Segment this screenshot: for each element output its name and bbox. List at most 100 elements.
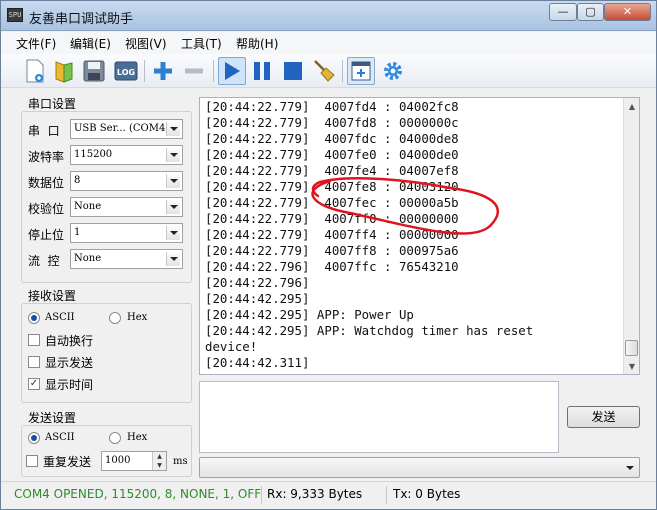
console-text: [20:44:22.779] 4007fd4 : 04002fc8 [20:44… [205,99,534,370]
send-ascii-radio[interactable] [28,432,40,444]
receive-settings-title: 接收设置 [28,289,77,303]
interval-unit: ms [173,456,188,467]
new-window-button[interactable] [347,57,375,85]
send-ascii-label: ASCII [45,432,75,443]
baud-select[interactable]: 115200 [70,145,183,165]
new-file-button[interactable] [21,57,49,85]
open-folder-icon [55,61,73,83]
toolbar: LOG [1,54,656,88]
menu-edit[interactable]: 编辑(E) [70,35,111,52]
show-time-checkbox[interactable]: ✓ [28,378,40,390]
minimize-button[interactable]: — [549,3,577,21]
auto-wrap-label: 自动换行 [45,334,94,348]
status-bar: COM4 OPENED, 115200, 8, NONE, 1, OFF Rx:… [1,481,656,509]
show-send-label: 显示发送 [45,356,94,370]
menu-bar: 文件(F) 编辑(E) 视图(V) 工具(T) 帮助(H) [1,32,656,54]
show-time-label: 显示时间 [45,378,94,392]
pause-icon [254,62,270,80]
status-divider [261,486,262,504]
title-bar[interactable]: SPU 友善串口调试助手 — ▢ ✕ [1,1,656,31]
send-textarea[interactable] [199,381,559,453]
baud-label: 波特率 [28,150,65,164]
history-combo[interactable] [199,457,640,478]
rx-count: Rx: 9,333 Bytes [267,487,363,501]
stop-icon [284,62,302,80]
baud-value: 115200 [74,149,113,160]
plus-icon [154,62,172,80]
send-hex-label: Hex [127,432,148,443]
clear-button[interactable] [310,57,338,85]
settings-button[interactable] [379,57,407,85]
send-hex-radio[interactable] [109,432,121,444]
databits-value: 8 [74,175,81,186]
new-file-icon [26,59,44,83]
send-settings-title: 发送设置 [28,411,77,425]
play-icon [225,62,240,80]
parity-select[interactable]: None [70,197,183,217]
gear-icon [384,62,402,80]
save-button[interactable] [80,57,108,85]
receive-ascii-label: ASCII [45,312,75,323]
show-send-checkbox[interactable] [28,356,40,368]
scroll-down-icon[interactable]: ▼ [624,358,639,374]
stepper-arrows-icon[interactable]: ▲ ▼ [152,452,166,470]
chevron-down-icon [166,252,180,266]
stopbits-label: 停止位 [28,228,65,242]
tx-count: Tx: 0 Bytes [393,487,461,501]
repeat-send-checkbox[interactable] [26,455,38,467]
receive-hex-label: Hex [127,312,148,323]
chevron-down-icon [626,466,634,470]
port-label: 串 口 [28,124,60,138]
interval-stepper[interactable]: 1000 ▲ ▼ [101,451,167,471]
status-divider [386,486,387,504]
menu-help[interactable]: 帮助(H) [236,35,278,52]
receive-ascii-radio[interactable] [28,312,40,324]
add-button[interactable] [149,57,177,85]
port-value: USB Ser... (COM4 [74,123,166,134]
flow-select[interactable]: None [70,249,183,269]
chevron-down-icon [166,200,180,214]
parity-value: None [74,201,102,212]
chevron-down-icon [166,226,180,240]
start-button[interactable] [218,57,246,85]
toolbar-separator [213,60,214,82]
console-scrollbar[interactable]: ▲ ▼ [623,98,639,374]
menu-file[interactable]: 文件(F) [16,35,56,52]
log-icon-label: LOG [117,68,135,77]
flow-label: 流 控 [28,254,60,268]
flow-value: None [74,253,102,264]
scroll-thumb[interactable] [625,340,638,356]
pause-button[interactable] [248,57,276,85]
menu-view[interactable]: 视图(V) [125,35,167,52]
connection-status: COM4 OPENED, 115200, 8, NONE, 1, OFF [14,487,262,501]
app-icon: SPU [7,8,23,22]
log-icon: LOG [114,61,138,81]
save-icon [83,60,105,82]
menu-tools[interactable]: 工具(T) [181,35,222,52]
auto-wrap-checkbox[interactable] [28,334,40,346]
log-button[interactable]: LOG [112,57,140,85]
close-button[interactable]: ✕ [604,3,651,21]
stopbits-value: 1 [74,227,81,238]
open-file-button[interactable] [50,57,78,85]
remove-button[interactable] [180,57,208,85]
toolbar-separator [342,60,343,82]
chevron-down-icon [166,122,180,136]
stop-button[interactable] [279,57,307,85]
receive-console[interactable]: [20:44:22.779] 4007fd4 : 04002fc8 [20:44… [199,97,640,375]
minus-icon [185,68,203,74]
window-title: 友善串口调试助手 [29,12,134,27]
repeat-send-label: 重复发送 [43,455,92,469]
databits-select[interactable]: 8 [70,171,183,191]
maximize-button[interactable]: ▢ [577,3,604,21]
app-window: SPU 友善串口调试助手 — ▢ ✕ 文件(F) 编辑(E) 视图(V) 工具(… [0,0,657,510]
send-button[interactable]: 发送 [567,406,640,428]
receive-hex-radio[interactable] [109,312,121,324]
port-select[interactable]: USB Ser... (COM4 [70,119,183,139]
serial-settings-title: 串口设置 [28,97,77,111]
scroll-up-icon[interactable]: ▲ [624,98,639,114]
chevron-down-icon [166,148,180,162]
interval-value: 1000 [105,455,131,466]
stopbits-select[interactable]: 1 [70,223,183,243]
databits-label: 数据位 [28,176,65,190]
